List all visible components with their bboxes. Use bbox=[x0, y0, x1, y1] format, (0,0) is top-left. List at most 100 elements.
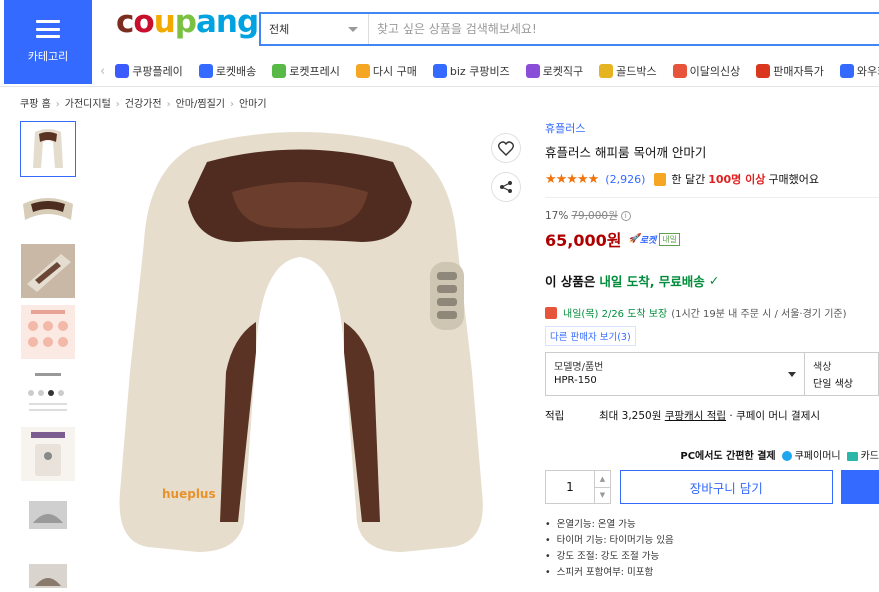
payment-row: PC에서도 간편한 결제 쿠페이머니 카드 bbox=[545, 447, 879, 462]
thumbnail-2[interactable] bbox=[20, 182, 76, 238]
main-product-image[interactable]: hueplus bbox=[112, 122, 488, 592]
quick-link-item[interactable]: biz 쿠팡비즈 bbox=[432, 63, 510, 79]
delivery-row: 내일(목) 2/26 도착 보장 (1시간 19분 내 주문 시 / 서울·경기… bbox=[545, 305, 879, 320]
quick-link-item[interactable]: 골드박스 bbox=[599, 63, 657, 79]
thumbnail-6[interactable] bbox=[20, 426, 76, 482]
search-input[interactable] bbox=[369, 14, 879, 44]
quick-link-item[interactable]: 이달의신상 bbox=[672, 63, 740, 79]
quick-link-item[interactable]: 쿠팡플레이 bbox=[115, 63, 183, 79]
chevron-right-icon: › bbox=[115, 99, 120, 110]
category-label: 카테고리 bbox=[27, 50, 69, 63]
feature-item: 온열기능: 온열 가능 bbox=[545, 516, 879, 530]
buyers-badge: 한 달간 100명 이상 구매했어요 bbox=[654, 171, 819, 187]
quantity-input[interactable] bbox=[546, 471, 594, 503]
rebuy-icon bbox=[355, 64, 370, 78]
thumbnail-5[interactable] bbox=[20, 365, 76, 421]
global-icon bbox=[525, 64, 540, 78]
share-icon bbox=[500, 181, 512, 193]
share-button[interactable] bbox=[491, 172, 521, 202]
category-menu-button[interactable]: 카테고리 bbox=[4, 0, 92, 84]
quick-link-item[interactable]: 판매자특가 bbox=[756, 63, 824, 79]
other-sellers-link[interactable]: 다른 판매자 보기(3) bbox=[545, 326, 636, 346]
points-link[interactable]: 쿠팡캐시 적립 bbox=[665, 408, 726, 423]
quick-link-label: 다시 구매 bbox=[372, 65, 417, 78]
info-icon[interactable]: i bbox=[620, 210, 631, 221]
pay-text: PC에서도 간편한 결제 bbox=[680, 451, 776, 462]
breadcrumb-item[interactable]: 안마기 bbox=[239, 99, 267, 110]
play-icon bbox=[115, 64, 130, 78]
feature-item: 스피커 포함여부: 미포함 bbox=[545, 564, 879, 578]
chevron-down-icon bbox=[788, 372, 796, 377]
quick-link-label: 쿠팡플레이 bbox=[132, 65, 183, 78]
pay-method-2[interactable]: 카드 bbox=[846, 447, 879, 462]
quick-link-label: biz 쿠팡비즈 bbox=[449, 65, 510, 78]
hueplus-logo: hueplus bbox=[162, 487, 216, 501]
wow-icon bbox=[839, 64, 854, 78]
goldbox-icon bbox=[599, 64, 614, 78]
coupang-logo[interactable]: coupang bbox=[116, 4, 259, 40]
review-count-link[interactable]: (2,926) bbox=[605, 173, 645, 186]
points-suffix: · 쿠페이 머니 결제시 bbox=[729, 410, 821, 422]
card-icon bbox=[846, 451, 858, 461]
checkmark-icon: ✓ bbox=[708, 273, 720, 288]
thumbnail-4[interactable] bbox=[20, 304, 76, 360]
pay-method-1[interactable]: 쿠페이머니 bbox=[781, 447, 841, 462]
quick-link-item[interactable]: 로켓배송 bbox=[198, 63, 257, 79]
breadcrumb-item[interactable]: 쿠팡 홈 bbox=[20, 99, 51, 110]
coupay-icon bbox=[781, 451, 792, 461]
thumbnail-7[interactable] bbox=[20, 487, 76, 543]
image-action-buttons bbox=[491, 133, 521, 202]
price-row: 65,000원 🚀 로켓 내일 bbox=[545, 227, 879, 251]
rocket-tomorrow-badge: 내일 bbox=[659, 232, 680, 246]
thumbnail-list bbox=[20, 121, 76, 592]
model-option-select[interactable]: 모델명/품번 HPR-150 bbox=[545, 352, 805, 396]
delivery-note: (1시간 19분 내 주문 시 / 서울·경기 기준) bbox=[671, 309, 847, 320]
rating-row: ★★★★★ (2,926) 한 달간 100명 이상 구매했어요 bbox=[545, 171, 879, 187]
thumbnail-1[interactable] bbox=[20, 121, 76, 177]
calendar-icon bbox=[545, 306, 557, 319]
heart-icon bbox=[498, 140, 514, 156]
breadcrumb-item[interactable]: 안마/찜질기 bbox=[176, 99, 225, 110]
thumbnail-3[interactable] bbox=[20, 243, 76, 299]
quick-link-item[interactable]: 로켓직구 bbox=[525, 63, 583, 79]
breadcrumb: 쿠팡 홈 › 가전디지털 › 건강가전 › 안마/찜질기 › 안마기 bbox=[20, 95, 267, 110]
chevron-right-icon: › bbox=[229, 99, 234, 110]
logo-letter: ang bbox=[195, 4, 259, 40]
points-key: 적립 bbox=[545, 410, 565, 422]
rocket-icon: 🚀 bbox=[628, 234, 640, 244]
rating-stars: ★★★★★ bbox=[545, 171, 599, 187]
wishlist-button[interactable] bbox=[491, 133, 521, 163]
option-selectors: 모델명/품번 HPR-150 색상 단일 색상 bbox=[545, 352, 879, 396]
add-to-cart-button[interactable]: 장바구니 담기 bbox=[620, 470, 833, 504]
points-row: 적립 최대 3,250원 쿠팡캐시 적립 · 쿠페이 머니 결제시 bbox=[545, 408, 879, 423]
breadcrumb-item[interactable]: 건강가전 bbox=[125, 99, 162, 110]
option-value: HPR-150 bbox=[554, 375, 597, 386]
divider bbox=[545, 197, 879, 198]
logo-letter: p bbox=[174, 4, 197, 40]
buy-now-button[interactable] bbox=[840, 470, 879, 504]
color-option-select[interactable]: 색상 단일 색상 bbox=[805, 352, 879, 396]
chevron-right-icon: › bbox=[166, 99, 171, 110]
hamburger-icon bbox=[36, 20, 60, 38]
breadcrumb-item[interactable]: 가전디지털 bbox=[65, 99, 111, 110]
quick-link-item[interactable]: 다시 구매 bbox=[355, 63, 417, 79]
brand-link[interactable]: 휴플러스 bbox=[545, 120, 879, 136]
chevron-left-icon[interactable]: ‹ bbox=[100, 64, 105, 79]
quick-link-label: 로켓배송 bbox=[215, 65, 257, 78]
shopping-bag-icon bbox=[654, 172, 667, 186]
quick-link-label: 골드박스 bbox=[616, 65, 657, 78]
quick-link-label: 판매자특가 bbox=[773, 65, 824, 78]
quick-link-label: 로켓프레시 bbox=[289, 65, 340, 78]
quick-link-item[interactable]: 와우회원 bbox=[839, 63, 879, 79]
search-category-select[interactable]: 전체 bbox=[261, 14, 369, 44]
arrival-main: 내일 도착, 무료배송 bbox=[599, 274, 705, 289]
quantity-up-button[interactable]: ▲ bbox=[595, 471, 610, 488]
thumbnail-8[interactable] bbox=[20, 548, 76, 592]
feature-item: 타이머 기능: 타이머기능 있음 bbox=[545, 532, 879, 546]
product-info-panel: 휴플러스 휴플러스 해피룸 목어깨 안마기 ★★★★★ (2,926) 한 달간… bbox=[545, 120, 879, 580]
feature-item: 강도 조절: 강도 조절 가능 bbox=[545, 548, 879, 562]
quantity-down-button[interactable]: ▼ bbox=[595, 488, 610, 504]
quick-link-item[interactable]: 로켓프레시 bbox=[272, 63, 340, 79]
quick-links-bar: ‹ 쿠팡플레이 로켓배송 로켓프레시 다시 구매 biz 쿠팡비즈 로켓직구 골드박스 이달의… bbox=[100, 60, 879, 82]
delivery-date: 내일(목) 2/26 도착 보장 bbox=[563, 309, 668, 320]
